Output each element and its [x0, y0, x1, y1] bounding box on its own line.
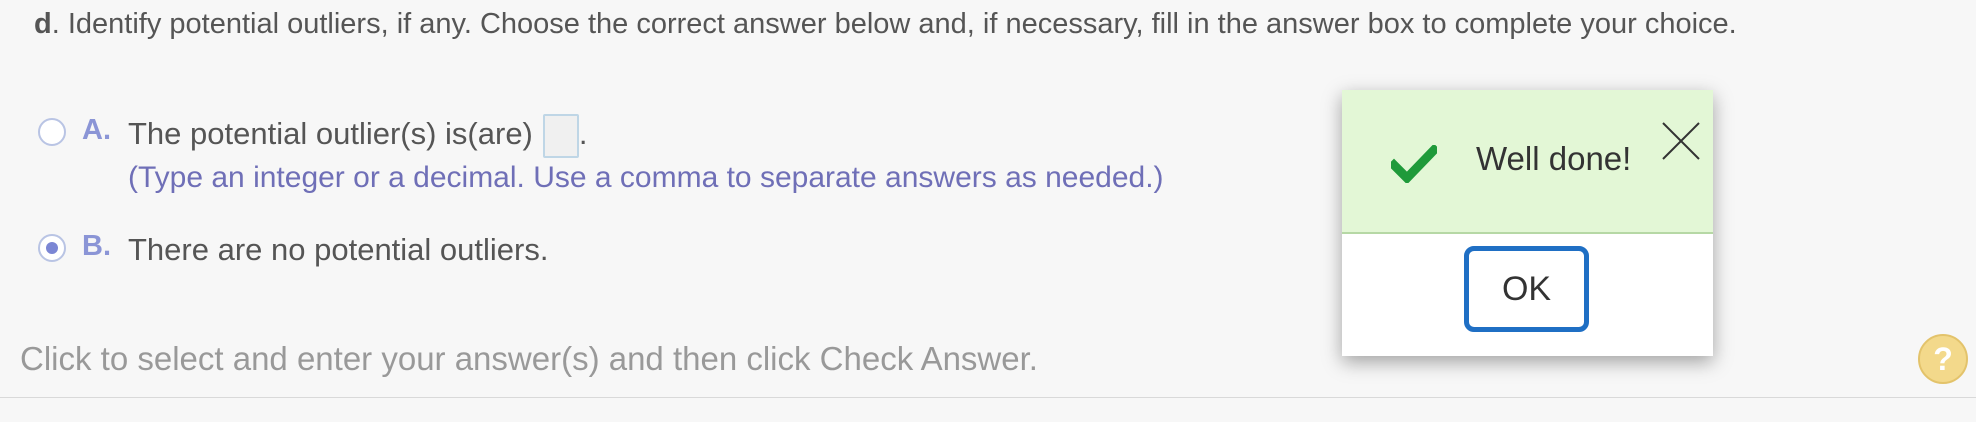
choice-b[interactable]: B. There are no potential outliers.: [38, 230, 548, 270]
footer-instruction: Click to select and enter your answer(s)…: [20, 340, 1038, 377]
choice-a-text: The potential outlier(s) is(are): [128, 116, 533, 152]
choice-a-hint: (Type an integer or a decimal. Use a com…: [128, 161, 1164, 194]
ok-button[interactable]: OK: [1464, 246, 1589, 332]
dialog-message: Well done!: [1476, 140, 1632, 177]
choice-b-text: There are no potential outliers.: [128, 232, 549, 267]
help-button[interactable]: ?: [1918, 334, 1968, 384]
outlier-answer-box[interactable]: [542, 114, 579, 158]
choice-b-radio[interactable]: [38, 234, 66, 262]
choice-a-radio[interactable]: [38, 118, 66, 146]
choice-a-body: The potential outlier(s) is(are). (Type …: [128, 114, 1164, 198]
choice-a-suffix: .: [578, 116, 588, 152]
dialog-success-banner: Well done!: [1342, 90, 1713, 234]
choice-b-letter: B.: [82, 230, 111, 262]
question-text: d. Identify potential outliers, if any. …: [34, 8, 1737, 41]
close-icon[interactable]: [1660, 120, 1702, 162]
feedback-dialog: Well done! OK: [1342, 90, 1713, 356]
choice-a[interactable]: A. The potential outlier(s) is(are). (Ty…: [38, 114, 1164, 198]
choice-a-letter: A.: [82, 114, 111, 146]
check-icon: [1391, 145, 1437, 183]
question-part-label: d: [34, 8, 52, 40]
question-prompt: . Identify potential outliers, if any. C…: [51, 8, 1737, 40]
footer-divider: [0, 397, 1976, 398]
